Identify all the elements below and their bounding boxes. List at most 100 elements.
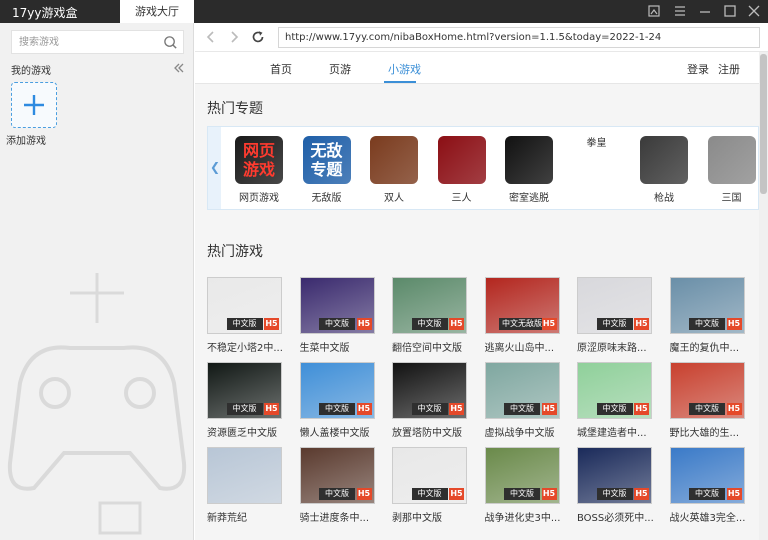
game-thumbnail[interactable]: 中文版 H5 <box>577 362 652 419</box>
game-thumbnail[interactable]: 中文版 H5 <box>207 277 282 334</box>
game-thumbnail[interactable]: 中文版 H5 <box>392 362 467 419</box>
game-thumbnail[interactable]: 中文版 H5 <box>392 447 467 504</box>
close-icon[interactable] <box>746 3 762 19</box>
game-title[interactable]: 战火英雄3完全... <box>670 509 746 524</box>
game-card[interactable]: 中文版 H5 原涩原味末路... <box>577 277 653 354</box>
game-card[interactable]: 中文版 H5 城堡建造者中... <box>577 362 653 439</box>
game-card[interactable]: 中文版 H5 不稳定小塔2中... <box>207 277 283 354</box>
search-icon[interactable] <box>163 35 178 50</box>
chinese-version-badge: 中文版 <box>226 403 263 415</box>
topic-item[interactable]: 双人 <box>364 136 424 204</box>
h5-badge: H5 <box>264 403 279 415</box>
game-title[interactable]: 城堡建造者中... <box>577 424 653 439</box>
game-thumbnail[interactable]: 中文版 H5 <box>299 277 375 334</box>
game-card[interactable]: 中文版 H5 懒人盖楼中文版 <box>299 362 376 439</box>
game-title[interactable]: 剥那中文版 <box>392 509 468 524</box>
topic-item[interactable]: 三国 <box>702 136 760 204</box>
game-title[interactable]: 资源匮乏中文版 <box>207 424 283 439</box>
login-link[interactable]: 登录 <box>687 61 709 77</box>
topic-icon: 网页游戏 <box>235 136 283 184</box>
h5-badge: H5 <box>541 318 557 330</box>
topic-label: 拳皇 <box>586 138 607 149</box>
game-card[interactable]: 中文版 H5 野比大雄的生... <box>669 362 746 439</box>
game-title[interactable]: 生菜中文版 <box>300 339 376 354</box>
search-input[interactable] <box>19 34 159 50</box>
chinese-version-badge: 中文版 <box>411 403 448 415</box>
game-card[interactable]: 中文版 H5 放置塔防中文版 <box>392 362 468 439</box>
topic-icon <box>505 136 553 184</box>
chinese-version-badge: 中文版 <box>689 318 725 330</box>
topic-item[interactable]: 拳皇 <box>567 136 627 149</box>
game-thumbnail[interactable]: 中文版 H5 <box>669 362 745 419</box>
game-card[interactable]: 中文版 H5 虚拟战争中文版 <box>484 362 561 439</box>
carousel-prev-button[interactable]: ❮ <box>208 127 221 209</box>
game-card[interactable]: 中文版 H5 BOSS必须死中... <box>577 447 653 524</box>
h5-badge: H5 <box>634 403 649 415</box>
active-tab-indicator <box>384 81 416 83</box>
game-thumbnail[interactable]: 中文版 H5 <box>207 362 282 419</box>
game-title[interactable]: BOSS必须死中... <box>577 509 653 524</box>
game-title[interactable]: 魔王的复仇中... <box>670 339 746 354</box>
sidebar: 我的游戏 添加游戏 <box>0 23 194 540</box>
topic-item[interactable]: 无敌专题 无敌版 <box>297 136 357 204</box>
scrollbar-thumb[interactable] <box>760 54 767 194</box>
game-card[interactable]: 中文版 H5 翻倍空间中文版 <box>392 277 468 354</box>
chinese-version-badge: 中文版 <box>226 318 263 330</box>
topic-item[interactable]: 枪战 <box>634 136 694 204</box>
game-title[interactable]: 不稳定小塔2中... <box>207 339 283 354</box>
game-title[interactable]: 野比大雄的生... <box>670 424 746 439</box>
game-thumbnail[interactable]: 中文版 H5 <box>299 362 375 419</box>
game-title[interactable]: 新莽荒纪 <box>207 509 283 524</box>
game-thumbnail[interactable]: 中文版 H5 <box>577 447 652 504</box>
collapse-double-chevron-icon[interactable] <box>173 63 185 73</box>
menu-icon[interactable] <box>672 3 688 19</box>
topic-item[interactable]: 密室逃脱 <box>499 136 559 204</box>
game-title[interactable]: 虚拟战争中文版 <box>485 424 561 439</box>
game-thumbnail[interactable]: 中文版 H5 <box>484 362 560 419</box>
minimize-icon[interactable] <box>697 3 713 19</box>
game-thumbnail[interactable]: 中文版 H5 <box>484 447 560 504</box>
topic-icon <box>640 136 688 184</box>
game-title[interactable]: 战争进化史3中... <box>485 509 561 524</box>
screenshot-icon[interactable] <box>646 3 662 19</box>
h5-badge: H5 <box>726 403 742 415</box>
refresh-icon[interactable] <box>251 30 265 44</box>
url-field[interactable] <box>278 27 760 48</box>
tab-mini-games[interactable]: 小游戏 <box>388 61 421 77</box>
topic-label: 三国 <box>721 193 742 204</box>
game-thumbnail[interactable]: 中文版 H5 <box>577 277 652 334</box>
back-icon[interactable] <box>204 30 218 44</box>
scrollbar[interactable] <box>759 52 768 540</box>
game-card[interactable]: 中文版 H5 战争进化史3中... <box>484 447 561 524</box>
game-thumbnail[interactable]: 中文版 H5 <box>299 447 375 504</box>
game-thumbnail[interactable]: 中文无敌版 H5 <box>484 277 560 334</box>
game-title[interactable]: 懒人盖楼中文版 <box>300 424 376 439</box>
game-title[interactable]: 逃离火山岛中... <box>485 339 561 354</box>
game-title[interactable]: 原涩原味末路... <box>577 339 653 354</box>
game-card[interactable]: 中文版 H5 战火英雄3完全... <box>669 447 746 524</box>
game-card[interactable]: 中文版 H5 生菜中文版 <box>299 277 376 354</box>
game-card[interactable]: 中文版 H5 剥那中文版 <box>392 447 468 524</box>
tab-web-games[interactable]: 页游 <box>329 61 351 77</box>
game-card[interactable]: 中文版 H5 资源匮乏中文版 <box>207 362 283 439</box>
game-card[interactable]: 中文无敌版 H5 逃离火山岛中... <box>484 277 561 354</box>
game-title[interactable]: 放置塔防中文版 <box>392 424 468 439</box>
topic-item[interactable]: 网页游戏 网页游戏 <box>229 136 289 204</box>
game-thumbnail[interactable] <box>207 447 282 504</box>
tab-home[interactable]: 首页 <box>270 61 292 77</box>
tab-game-hall[interactable]: 游戏大厅 <box>120 0 194 23</box>
game-thumbnail[interactable]: 中文版 H5 <box>669 277 745 334</box>
add-game-button[interactable] <box>11 82 57 128</box>
game-card[interactable]: 新莽荒纪 <box>207 447 283 524</box>
game-card[interactable]: 中文版 H5 骑士进度条中... <box>299 447 376 524</box>
maximize-icon[interactable] <box>722 3 738 19</box>
game-card[interactable]: 中文版 H5 魔王的复仇中... <box>669 277 746 354</box>
game-title[interactable]: 骑士进度条中... <box>300 509 376 524</box>
forward-icon[interactable] <box>227 30 241 44</box>
game-thumbnail[interactable]: 中文版 H5 <box>669 447 745 504</box>
topic-icon <box>437 136 486 184</box>
register-link[interactable]: 注册 <box>718 61 740 77</box>
game-thumbnail[interactable]: 中文版 H5 <box>392 277 467 334</box>
game-title[interactable]: 翻倍空间中文版 <box>392 339 468 354</box>
topic-item[interactable]: 三人 <box>432 136 492 204</box>
